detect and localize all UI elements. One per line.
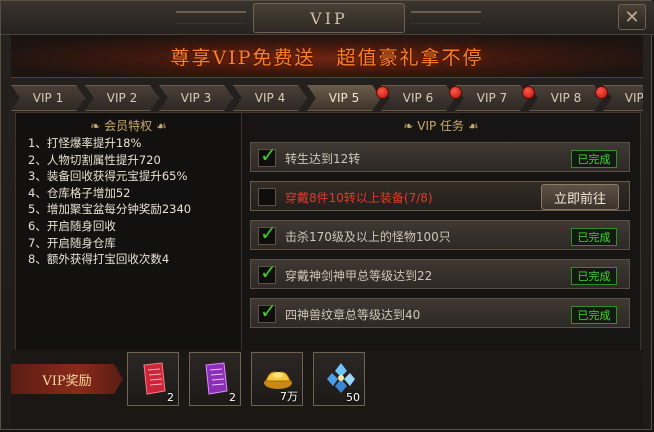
reward-bar: VIP奖励 2 2 7万 50 (11, 350, 643, 429)
reward-slot[interactable]: 50 (313, 352, 365, 406)
banner-text: 尊享VIP免费送 超值豪礼拿不停 (170, 46, 484, 69)
perks-list: 1、打怪爆率提升18% 2、人物切割属性提升720 3、装备回收获得元宝提升65… (28, 135, 191, 268)
reward-count: 7万 (280, 390, 298, 403)
reward-slot[interactable]: 7万 (251, 352, 303, 406)
task-text: 击杀170级及以上的怪物100只 (285, 230, 451, 244)
tasks-title-text: VIP 任务 (417, 119, 465, 133)
task-row: ✓ 穿戴神剑神甲总等级达到22 已完成 (250, 259, 630, 289)
title-bar: VIP ✕ (1, 1, 654, 35)
tasks-title: ❧ VIP 任务 ☙ (403, 119, 479, 133)
perks-panel: ❧ 会员特权 ☙ 1、打怪爆率提升18% 2、人物切割属性提升720 3、装备回… (15, 112, 242, 351)
vip-tabs: VIP 1 VIP 2 VIP 3 VIP 4 VIP 5 VIP 6 VIP … (11, 85, 643, 113)
reward-count: 2 (229, 391, 236, 404)
reward-slot[interactable]: 2 (189, 352, 241, 406)
task-checkbox: ✓ (258, 301, 277, 323)
tab-label: VIP 6 (402, 91, 434, 105)
checkmark-icon: ✓ (260, 299, 277, 323)
tab-label: VIP 4 (254, 91, 286, 105)
vip-window: VIP ✕ 尊享VIP免费送 超值豪礼拿不停 VIP 1 VIP 2 VIP 3… (0, 0, 654, 430)
task-checkbox (258, 188, 276, 206)
checkmark-icon: ✓ (260, 221, 277, 245)
tab-label: VIP 2 (106, 91, 138, 105)
perk-item: 2、人物切割属性提升720 (28, 152, 161, 167)
close-icon[interactable]: ✕ (618, 4, 646, 30)
promo-banner: 尊享VIP免费送 超值豪礼拿不停 (11, 35, 643, 78)
title-plate: VIP (253, 3, 405, 33)
task-checkbox: ✓ (258, 145, 277, 167)
perk-item: 1、打怪爆率提升18% (28, 136, 142, 150)
notification-dot-vip-6 (449, 86, 462, 99)
perk-item: 8、额外获得打宝回收次数4 (28, 252, 170, 267)
vip-reward-label-text: VIP奖励 (42, 373, 92, 389)
tab-label: VIP 3 (180, 91, 212, 105)
tab-label: VIP 9 (624, 91, 643, 105)
tab-label: VIP 1 (32, 91, 64, 105)
checkmark-icon: ✓ (260, 143, 277, 167)
title-ornament-right (411, 11, 481, 24)
tab-vip-9[interactable]: VIP 9 (603, 85, 643, 111)
checkmark-icon: ✓ (260, 260, 277, 284)
purple-scroll-icon (205, 362, 228, 395)
tab-vip-8[interactable]: VIP 8 (529, 85, 603, 111)
window-title: VIP (310, 8, 348, 28)
perk-item: 4、仓库格子增加52 (28, 185, 131, 200)
tab-vip-7[interactable]: VIP 7 (455, 85, 529, 111)
reward-slot[interactable]: 2 (127, 352, 179, 406)
notification-dot-vip-7 (522, 86, 535, 99)
tab-label: VIP 7 (476, 91, 508, 105)
tab-vip-5[interactable]: VIP 5 (307, 85, 381, 111)
notification-dot-vip-8 (595, 86, 608, 99)
tasks-panel: ❧ VIP 任务 ☙ ✓ 转生达到12转 已完成 穿戴8件10转以上装备(7/8… (241, 112, 641, 351)
task-text: 穿戴8件10转以上装备(7/8) (285, 191, 433, 205)
completed-badge: 已完成 (571, 306, 617, 324)
completed-badge: 已完成 (571, 150, 617, 168)
perks-title-text: 会员特权 (104, 119, 153, 133)
completed-badge: 已完成 (571, 267, 617, 285)
tab-vip-6[interactable]: VIP 6 (381, 85, 455, 111)
task-checkbox: ✓ (258, 262, 277, 284)
completed-badge: 已完成 (571, 228, 617, 246)
perks-title: ❧ 会员特权 ☙ (90, 119, 167, 133)
tab-vip-1[interactable]: VIP 1 (11, 85, 85, 111)
task-row: 穿戴8件10转以上装备(7/8) 立即前往 (250, 181, 630, 211)
task-text: 穿戴神剑神甲总等级达到22 (285, 269, 433, 283)
task-text: 四神兽纹章总等级达到40 (285, 308, 421, 322)
tab-vip-4[interactable]: VIP 4 (233, 85, 307, 111)
task-row: ✓ 四神兽纹章总等级达到40 已完成 (250, 298, 630, 328)
task-row: ✓ 转生达到12转 已完成 (250, 142, 630, 172)
perk-item: 5、增加聚宝盆每分钟奖励2340 (28, 202, 192, 217)
go-now-button[interactable]: 立即前往 (541, 184, 619, 210)
tab-vip-3[interactable]: VIP 3 (159, 85, 233, 111)
notification-dot-vip-5 (376, 86, 389, 99)
tab-label: VIP 8 (550, 91, 582, 105)
reward-count: 50 (346, 391, 360, 404)
reward-count: 2 (167, 391, 174, 404)
perk-item: 3、装备回收获得元宝提升65% (28, 169, 188, 184)
perk-item: 6、开启随身回收 (28, 218, 116, 233)
perk-item: 7、开启随身仓库 (28, 235, 116, 250)
title-ornament-left (176, 11, 246, 24)
tab-label: VIP 5 (328, 91, 360, 105)
gem-cluster-icon (327, 363, 355, 393)
tab-vip-2[interactable]: VIP 2 (85, 85, 159, 111)
vip-reward-label: VIP奖励 (11, 364, 123, 394)
red-scroll-icon (143, 362, 166, 395)
task-text: 转生达到12转 (285, 152, 361, 166)
task-checkbox: ✓ (258, 223, 277, 245)
task-row: ✓ 击杀170级及以上的怪物100只 已完成 (250, 220, 630, 250)
